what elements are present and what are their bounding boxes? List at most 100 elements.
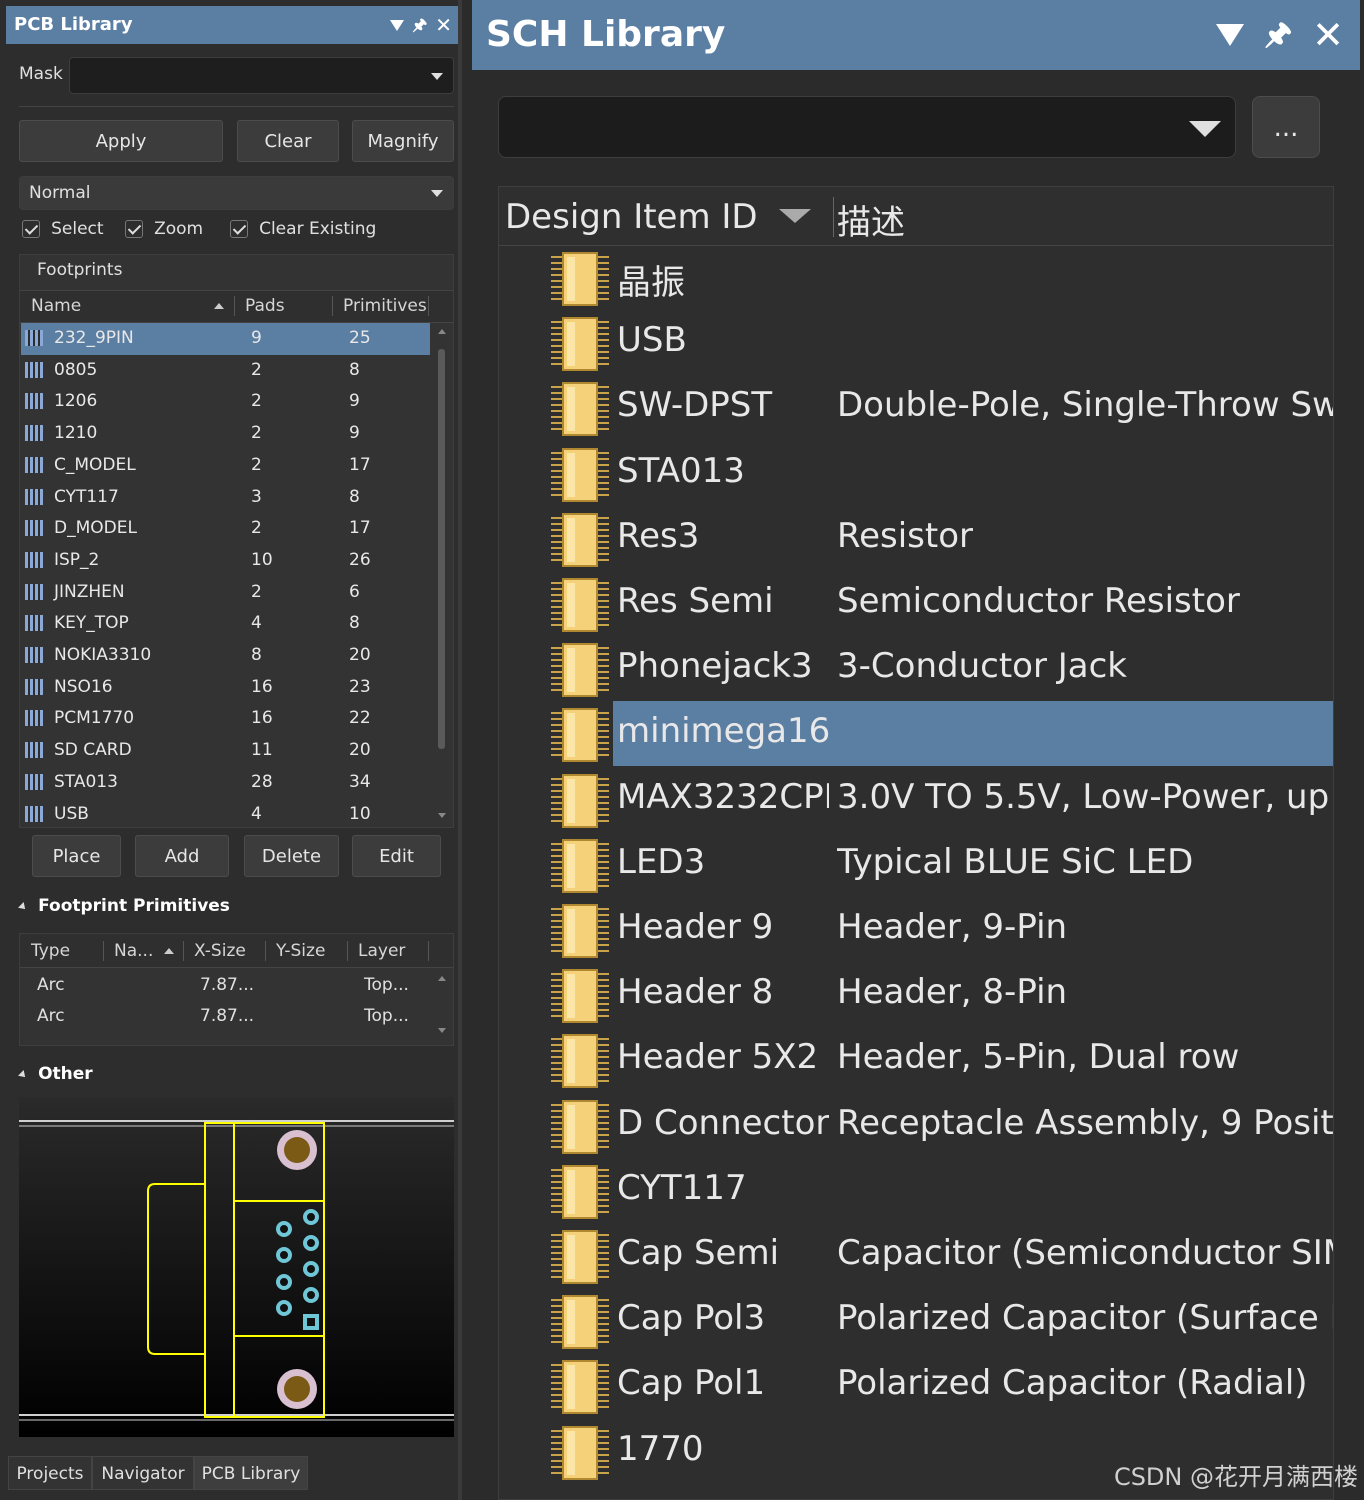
scroll-up-icon[interactable] bbox=[438, 329, 446, 334]
component-row[interactable]: Header 9 Header, 9-Pin bbox=[499, 897, 1333, 962]
other-header[interactable]: Other bbox=[18, 1064, 93, 1084]
component-id: Header 5X2 bbox=[617, 1037, 819, 1078]
pin-icon[interactable]: 🖈 bbox=[412, 6, 427, 44]
sch-table-header: Design Item ID 描述 bbox=[499, 187, 1333, 246]
tab-projects[interactable]: Projects bbox=[8, 1456, 92, 1490]
component-description: Polarized Capacitor (Surface Mo bbox=[837, 1298, 1333, 1339]
footprint-row[interactable]: USB 4 10 bbox=[21, 799, 430, 830]
footprint-row[interactable]: 232_9PIN 9 25 bbox=[21, 323, 430, 355]
component-row[interactable]: 晶振 bbox=[499, 245, 1333, 310]
mode-select[interactable]: Normal bbox=[19, 176, 454, 210]
component-row[interactable]: LED3 Typical BLUE SiC LED bbox=[499, 832, 1333, 897]
column-layer-header[interactable]: Layer bbox=[358, 936, 405, 966]
add-button[interactable]: Add bbox=[135, 835, 229, 877]
primitives-scrollbar[interactable] bbox=[435, 972, 449, 1044]
pin-icon[interactable]: 🖈 bbox=[1264, 0, 1292, 70]
footprint-name: 1210 bbox=[54, 423, 98, 444]
footprint-primitives: 34 bbox=[349, 771, 371, 792]
column-pads-header[interactable]: Pads bbox=[245, 291, 285, 321]
component-row[interactable]: Res3 Resistor bbox=[499, 506, 1333, 571]
close-icon[interactable]: ✕ bbox=[1312, 0, 1344, 70]
primitive-row[interactable]: Arc 7.87... Top... bbox=[20, 970, 430, 1001]
footprint-row[interactable]: SD CARD 11 20 bbox=[21, 735, 430, 767]
footprint-row[interactable]: 1206 2 9 bbox=[21, 386, 430, 418]
footprint-row[interactable]: KEY_TOP 4 8 bbox=[21, 608, 430, 640]
clear-button[interactable]: Clear bbox=[237, 120, 339, 162]
place-button[interactable]: Place bbox=[32, 835, 121, 877]
footprints-scrollbar[interactable] bbox=[435, 323, 449, 827]
footprint-icon bbox=[25, 425, 43, 442]
footprint-primitives: 17 bbox=[349, 454, 371, 475]
component-row[interactable]: USB bbox=[499, 310, 1333, 375]
component-row[interactable]: MAX3232CPE 3.0V TO 5.5V, Low-Power, up to bbox=[499, 767, 1333, 832]
footprint-pads: 8 bbox=[251, 645, 262, 665]
component-row[interactable]: Res Semi Semiconductor Resistor bbox=[499, 571, 1333, 636]
footprint-icon bbox=[25, 678, 43, 695]
scrollbar-thumb[interactable] bbox=[438, 349, 445, 749]
footprint-primitives-header[interactable]: Footprint Primitives bbox=[18, 896, 230, 916]
panel-menu-icon[interactable] bbox=[390, 19, 405, 31]
component-row[interactable]: minimega16l bbox=[499, 701, 1333, 767]
mask-combobox[interactable] bbox=[69, 57, 454, 94]
component-row[interactable]: Cap Semi Capacitor (Semiconductor SIM M bbox=[499, 1223, 1333, 1288]
component-row[interactable]: Header 5X2 Header, 5-Pin, Dual row bbox=[499, 1027, 1333, 1092]
select-checkbox[interactable]: Select bbox=[22, 218, 104, 239]
column-name-header[interactable]: Na... bbox=[114, 936, 153, 966]
footprint-row[interactable]: NOKIA3310 8 20 bbox=[21, 640, 430, 672]
footprint-row[interactable]: 1210 2 9 bbox=[21, 418, 430, 450]
check-icon bbox=[125, 219, 143, 238]
sch-filter-combobox[interactable] bbox=[498, 96, 1236, 158]
footprint-row[interactable]: ISP_2 10 26 bbox=[21, 545, 430, 577]
footprint-row[interactable]: PCM1770 16 22 bbox=[21, 703, 430, 735]
component-row[interactable]: SW-DPST Double-Pole, Single-Throw Switc bbox=[499, 375, 1333, 440]
more-button[interactable]: ... bbox=[1252, 96, 1320, 158]
component-id: Phonejack3 bbox=[617, 646, 813, 687]
column-type-header[interactable]: Type bbox=[31, 936, 70, 966]
footprint-icon bbox=[25, 393, 43, 410]
tab-navigator[interactable]: Navigator bbox=[92, 1456, 194, 1490]
component-row[interactable]: Phonejack3 3-Conductor Jack bbox=[499, 636, 1333, 701]
component-row[interactable]: Header 8 Header, 8-Pin bbox=[499, 962, 1333, 1027]
column-name-header[interactable]: Name bbox=[31, 291, 81, 321]
footprint-primitives: 9 bbox=[349, 391, 360, 412]
footprint-primitives: 25 bbox=[349, 328, 371, 348]
column-description-header[interactable]: 描述 bbox=[837, 195, 905, 244]
select-label: Select bbox=[51, 218, 104, 239]
footprint-row[interactable]: STA013 28 34 bbox=[21, 767, 430, 799]
component-row[interactable]: D Connector 9Receptacle Assembly, 9 Posi… bbox=[499, 1093, 1333, 1158]
component-row[interactable]: Cap Pol1 Polarized Capacitor (Radial) bbox=[499, 1353, 1333, 1418]
component-row[interactable]: CYT117 bbox=[499, 1158, 1333, 1223]
component-icon bbox=[551, 1033, 609, 1089]
close-icon[interactable]: ✕ bbox=[435, 6, 452, 44]
panel-menu-icon[interactable] bbox=[1216, 24, 1245, 46]
component-row[interactable]: Cap Pol3 Polarized Capacitor (Surface Mo bbox=[499, 1288, 1333, 1353]
scroll-down-icon[interactable] bbox=[438, 813, 446, 818]
footprint-row[interactable]: JINZHEN 2 6 bbox=[21, 577, 430, 609]
column-design-item-id-header[interactable]: Design Item ID bbox=[505, 197, 758, 237]
footprint-row[interactable]: NSO16 16 23 bbox=[21, 672, 430, 704]
column-primitives-header[interactable]: Primitives bbox=[343, 291, 427, 321]
primitives-table: Type Na... X-Size Y-Size Layer Arc 7.87.… bbox=[19, 933, 454, 1046]
footprint-row[interactable]: 0805 2 8 bbox=[21, 355, 430, 387]
primitive-row[interactable]: Arc 7.87... Top... bbox=[20, 1001, 430, 1032]
footprint-pads: 3 bbox=[251, 486, 262, 507]
delete-button[interactable]: Delete bbox=[244, 835, 339, 877]
column-xsize-header[interactable]: X-Size bbox=[194, 936, 246, 966]
component-row[interactable]: STA013 bbox=[499, 441, 1333, 506]
footprint-row[interactable]: CYT117 3 8 bbox=[21, 482, 430, 514]
clear-existing-checkbox[interactable]: Clear Existing bbox=[230, 218, 376, 239]
scroll-down-icon[interactable] bbox=[438, 1028, 446, 1033]
edit-button[interactable]: Edit bbox=[352, 835, 441, 877]
footprint-row[interactable]: C_MODEL 2 17 bbox=[21, 450, 430, 482]
component-description: Header, 9-Pin bbox=[837, 907, 1068, 947]
footprint-row[interactable]: D_MODEL 2 17 bbox=[21, 513, 430, 545]
tab-pcb-library[interactable]: PCB Library bbox=[194, 1456, 308, 1490]
component-icon bbox=[551, 251, 609, 307]
magnify-button[interactable]: Magnify bbox=[352, 120, 454, 162]
apply-button[interactable]: Apply bbox=[19, 120, 223, 162]
zoom-checkbox[interactable]: Zoom bbox=[125, 218, 203, 239]
footprint-preview[interactable] bbox=[19, 1097, 454, 1437]
column-ysize-header[interactable]: Y-Size bbox=[276, 936, 325, 966]
scroll-up-icon[interactable] bbox=[438, 976, 446, 981]
component-icon bbox=[551, 1164, 609, 1220]
